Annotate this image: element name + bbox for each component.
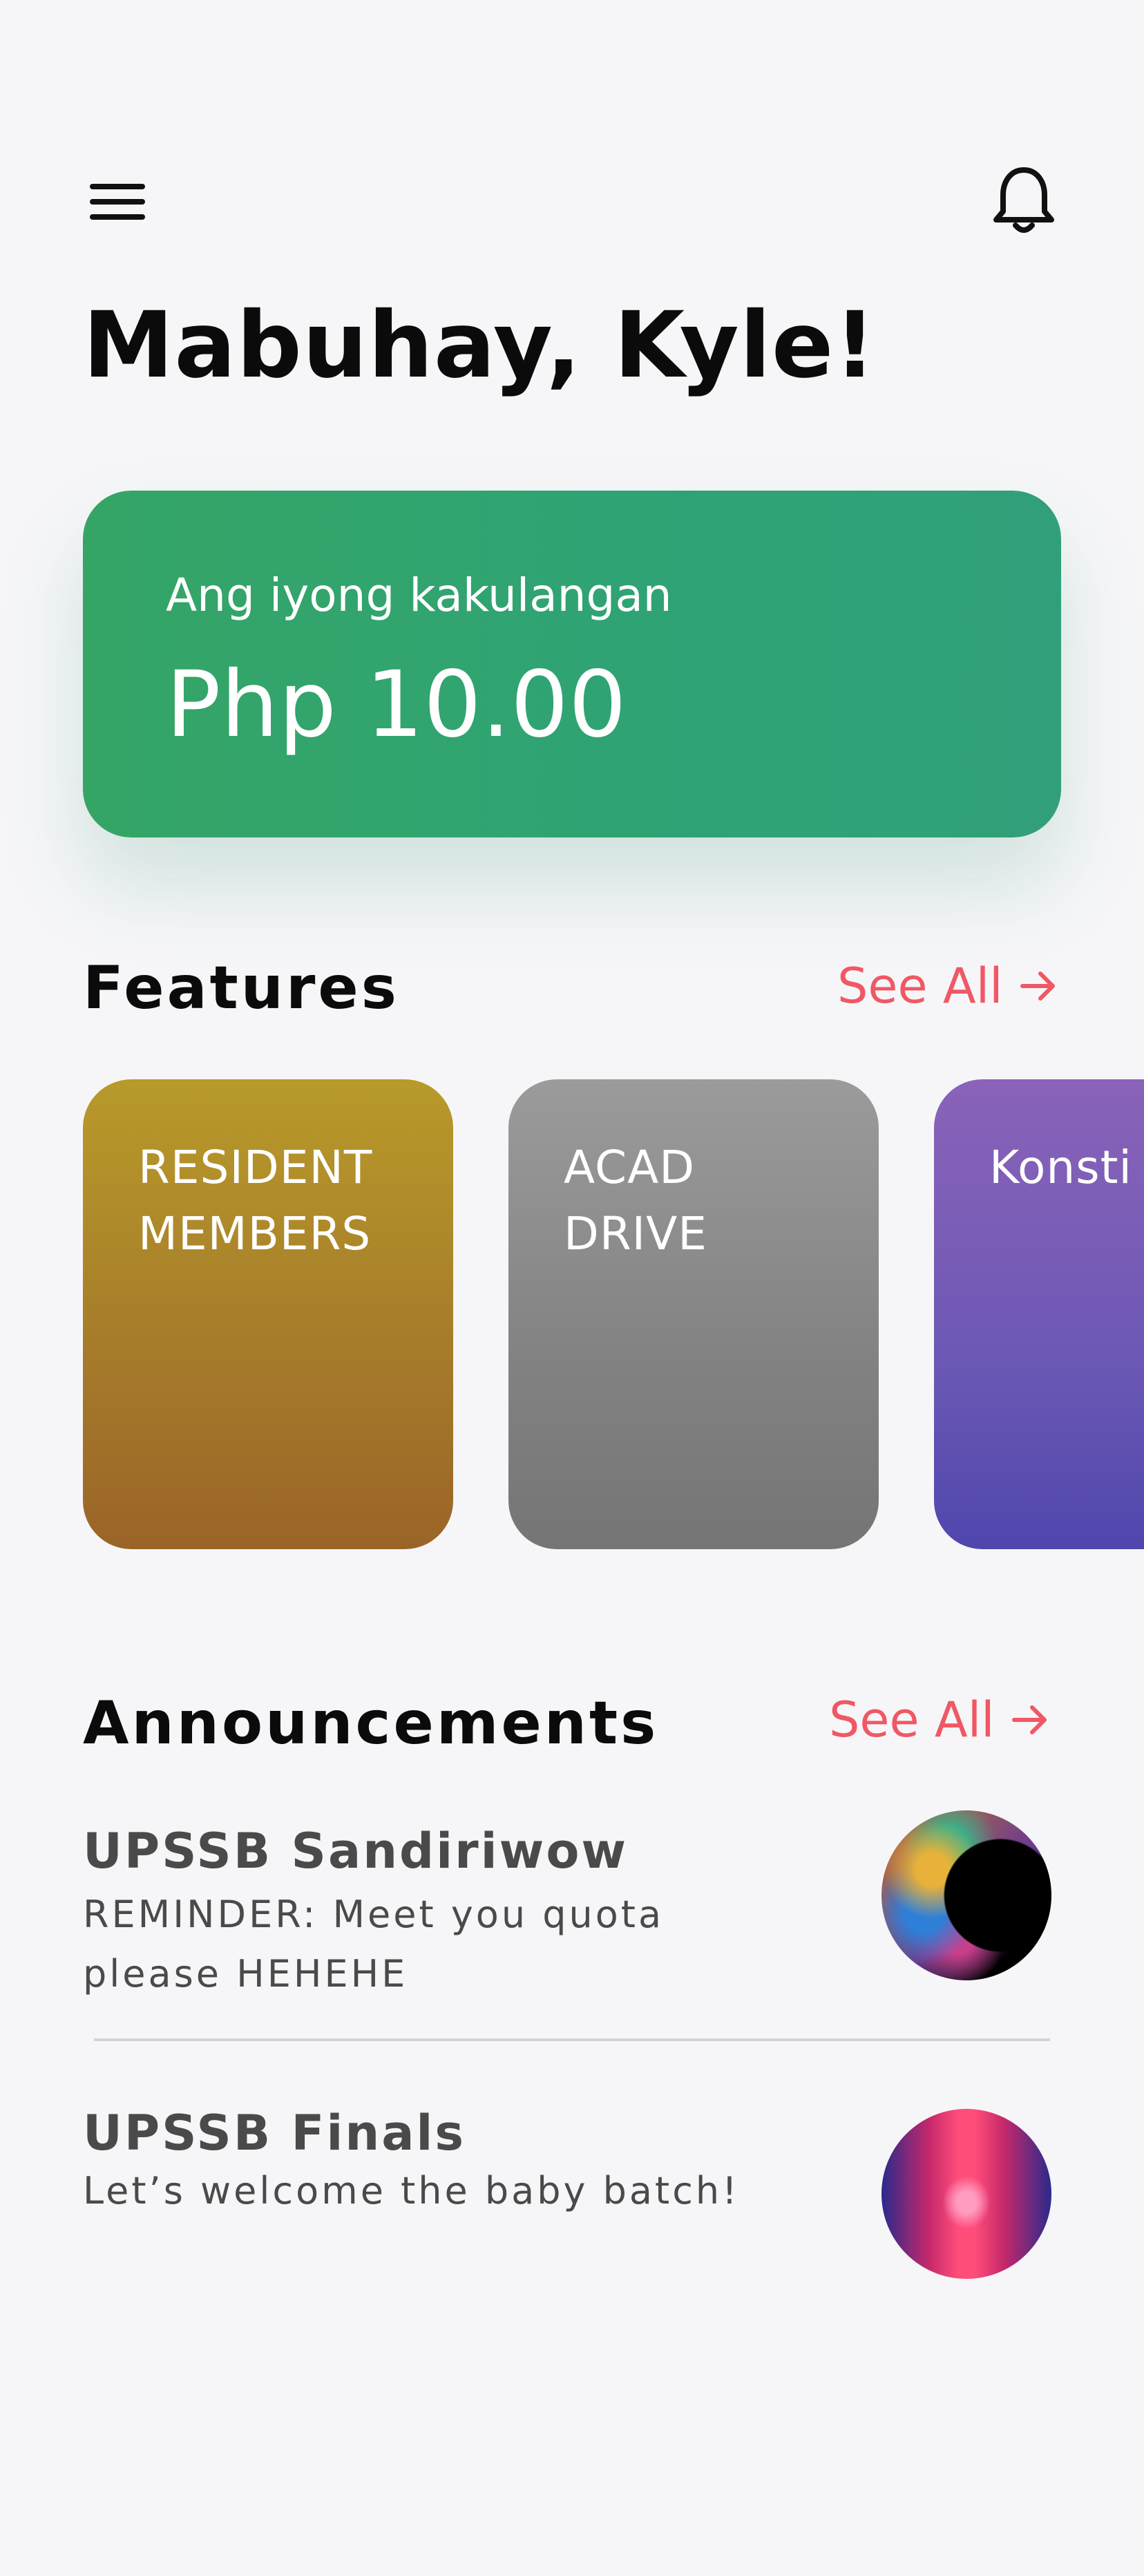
balance-amount: Php 10.00 xyxy=(166,652,627,758)
announcement-body: REMINDER: Meet you quota please HEHEHE xyxy=(83,1893,665,1996)
feature-tile-resident-members[interactable]: RESIDENT MEMBERS xyxy=(83,1079,453,1549)
arrow-right-icon xyxy=(1020,972,1055,1001)
features-title: Features xyxy=(83,954,399,1023)
greeting-title: Mabuhay, Kyle! xyxy=(83,292,877,399)
announcement-item[interactable]: UPSSB Sandiriwow REMINDER: Meet you quot… xyxy=(83,1810,1051,2001)
feature-tile-label: Konsti xyxy=(989,1141,1132,1194)
announcements-title: Announcements xyxy=(83,1689,659,1758)
announcement-thumbnail xyxy=(881,1810,1051,1980)
announcements-see-all-link[interactable]: See All xyxy=(829,1689,1050,1751)
feature-tile-label: ACAD DRIVE xyxy=(564,1141,707,1260)
feature-tile-label: RESIDENT MEMBERS xyxy=(138,1141,373,1260)
see-all-label: See All xyxy=(829,1692,995,1748)
announcement-item[interactable]: UPSSB Finals Let’s welcome the baby batc… xyxy=(83,2103,1051,2283)
notifications-button[interactable] xyxy=(989,163,1058,239)
see-all-label: See All xyxy=(837,958,1003,1014)
divider xyxy=(94,2038,1050,2041)
menu-button[interactable] xyxy=(82,171,158,229)
arrow-right-icon xyxy=(1011,1705,1047,1734)
feature-tile-acad-drive[interactable]: ACAD DRIVE xyxy=(508,1079,879,1549)
announcement-title: UPSSB Finals xyxy=(83,2105,466,2161)
bell-icon xyxy=(993,167,1054,233)
balance-label: Ang iyong kakulangan xyxy=(166,569,672,622)
features-see-all-link[interactable]: See All xyxy=(837,955,1058,1017)
balance-card[interactable]: Ang iyong kakulangan Php 10.00 xyxy=(83,491,1061,837)
announcement-body: Let’s welcome the baby batch! xyxy=(83,2169,740,2213)
announcement-title: UPSSB Sandiriwow xyxy=(83,1823,629,1879)
announcement-thumbnail xyxy=(881,2109,1051,2279)
feature-tile-konsti[interactable]: Konsti xyxy=(934,1079,1144,1549)
